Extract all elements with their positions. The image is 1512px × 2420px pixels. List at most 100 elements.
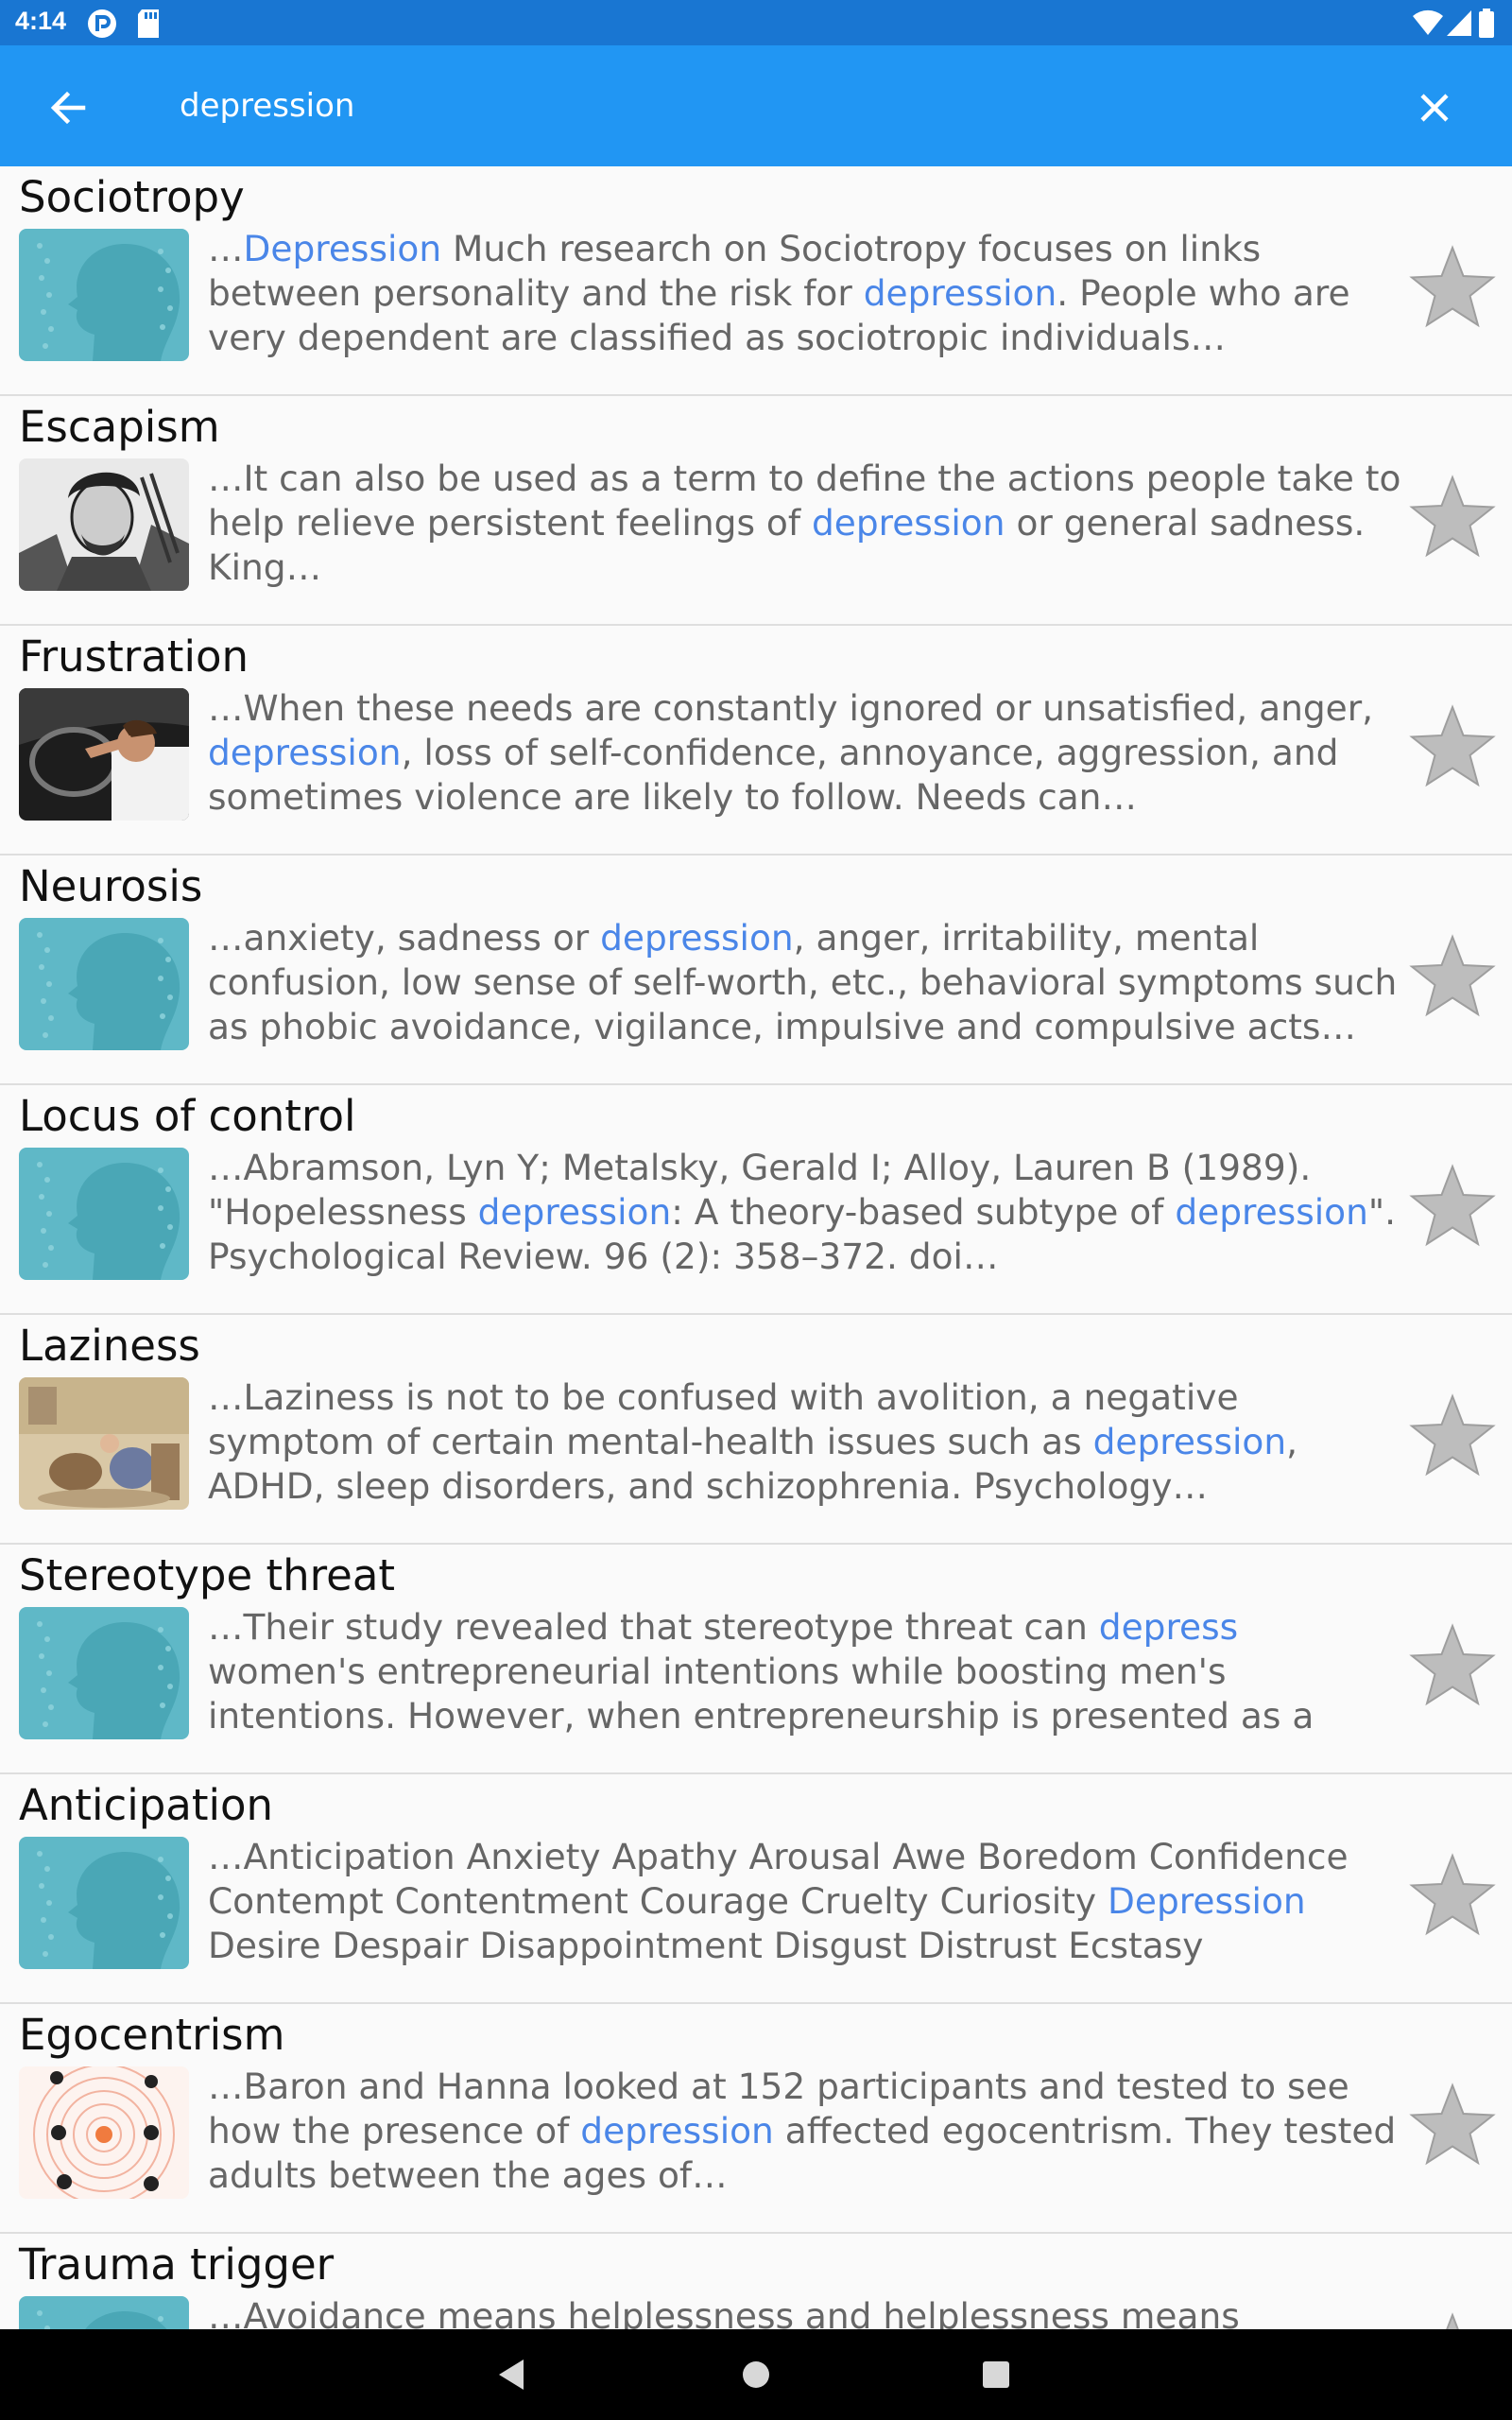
star-icon — [1409, 1393, 1496, 1477]
navigation-bar — [0, 2329, 1512, 2420]
result-snippet: …Avoidance means helplessness and helple… — [208, 2294, 1403, 2329]
highlighted-term: depression — [208, 732, 402, 773]
result-thumbnail — [19, 688, 189, 821]
result-title: Egocentrism — [19, 2010, 285, 2060]
highlighted-term: depression — [811, 502, 1005, 544]
result-thumbnail — [19, 918, 189, 1050]
search-result-item[interactable]: Escapism …It can also be used as a term t… — [0, 396, 1512, 626]
status-time: 4:14 — [15, 7, 67, 35]
search-result-item[interactable]: Frustration …When these needs are constan… — [0, 626, 1512, 856]
result-snippet: …Anticipation Anxiety Apathy Arousal Awe… — [208, 1835, 1403, 1971]
star-icon — [1409, 475, 1496, 558]
highlighted-term: Depression — [243, 228, 442, 269]
result-thumbnail — [19, 1148, 189, 1280]
star-icon — [1409, 1164, 1496, 1247]
highlighted-term: depression — [1092, 1421, 1287, 1462]
result-thumbnail — [19, 229, 189, 361]
snippet-text: …Avoidance means helplessness and helple… — [208, 2295, 1240, 2329]
star-icon — [1409, 704, 1496, 787]
back-button[interactable] — [40, 79, 96, 136]
result-title: Stereotype threat — [19, 1550, 396, 1600]
search-input[interactable] — [180, 76, 1314, 136]
back-triangle-icon — [499, 2360, 524, 2390]
highlighted-term: depression — [477, 1191, 672, 1233]
result-title: Escapism — [19, 402, 220, 452]
result-snippet: …Abramson, Lyn Y; Metalsky, Gerald I; Al… — [208, 1146, 1403, 1282]
result-snippet: …Baron and Hanna looked at 152 participa… — [208, 2065, 1403, 2201]
star-icon — [1409, 1623, 1496, 1706]
battery-icon — [1479, 9, 1494, 38]
result-thumbnail — [19, 1607, 189, 1739]
recents-square-icon — [983, 2361, 1009, 2388]
star-icon — [1409, 2083, 1496, 2166]
nav-back-button[interactable] — [490, 2352, 535, 2397]
result-thumbnail — [19, 458, 189, 591]
search-result-item[interactable]: Trauma trigger …Avoidance means helplessn… — [0, 2234, 1512, 2329]
search-results-list[interactable]: Sociotropy …Depression Much research on S… — [0, 166, 1512, 2329]
favorite-star-button[interactable] — [1408, 1163, 1497, 1248]
favorite-star-button[interactable] — [1408, 1392, 1497, 1478]
result-snippet: …Their study revealed that stereotype th… — [208, 1605, 1403, 1741]
snippet-text: …anxiety, sadness or — [208, 917, 601, 959]
snippet-text: …Laziness is not to be confused with avo… — [208, 1376, 1239, 1462]
result-snippet: …Laziness is not to be confused with avo… — [208, 1375, 1403, 1512]
result-thumbnail — [19, 1377, 189, 1510]
result-title: Trauma trigger — [19, 2239, 335, 2290]
star-icon — [1409, 245, 1496, 328]
result-title: Locus of control — [19, 1091, 356, 1141]
result-snippet: …anxiety, sadness or depression, anger, … — [208, 916, 1403, 1052]
result-snippet: …It can also be used as a term to define… — [208, 457, 1403, 593]
status-bar: 4:14 — [0, 0, 1512, 45]
favorite-star-button[interactable] — [1408, 474, 1497, 559]
favorite-star-button[interactable] — [1408, 933, 1497, 1018]
star-icon — [1446, 2312, 1459, 2329]
sd-card-icon — [138, 9, 159, 38]
snippet-text: women's entrepreneurial intentions while… — [208, 1651, 1314, 1741]
highlighted-term: depress — [1098, 1606, 1239, 1648]
search-result-item[interactable]: Laziness …Laziness is not to be confused … — [0, 1315, 1512, 1545]
result-title: Frustration — [19, 631, 249, 682]
star-icon — [1409, 1853, 1496, 1936]
result-thumbnail — [19, 2296, 189, 2329]
snippet-text: …When these needs are constantly ignored… — [208, 687, 1374, 729]
result-title: Anticipation — [19, 1780, 274, 1830]
result-title: Sociotropy — [19, 172, 245, 222]
search-result-item[interactable]: Egocentrism …Baron and Hanna looked at 15… — [0, 2004, 1512, 2234]
snippet-text: Desire Despair Disappointment Disgust Di… — [208, 1925, 1266, 1971]
snippet-text: … — [208, 228, 244, 269]
nav-recents-button[interactable] — [973, 2352, 1019, 2397]
favorite-star-button[interactable] — [1408, 1852, 1497, 1937]
highlighted-term: Depression — [1108, 1880, 1306, 1922]
result-title: Neurosis — [19, 861, 203, 911]
result-thumbnail — [19, 2066, 189, 2199]
highlighted-term: depression — [580, 2110, 774, 2152]
search-result-item[interactable]: Sociotropy …Depression Much research on S… — [0, 166, 1512, 396]
highlighted-term: depression — [600, 917, 794, 959]
search-result-item[interactable]: Neurosis …anxiety, sadness or depression,… — [0, 856, 1512, 1085]
highlighted-term: depression — [1175, 1191, 1368, 1233]
favorite-star-button[interactable] — [1408, 2311, 1497, 2329]
highlighted-term: depression — [863, 272, 1057, 314]
star-icon — [1409, 934, 1496, 1017]
result-snippet: …Depression Much research on Sociotropy … — [208, 227, 1403, 363]
search-result-item[interactable]: Stereotype threat …Their study revealed t… — [0, 1545, 1512, 1774]
snippet-text: …Their study revealed that stereotype th… — [208, 1606, 1099, 1648]
wifi-icon — [1413, 9, 1443, 36]
favorite-star-button[interactable] — [1408, 244, 1497, 329]
close-icon — [1420, 94, 1449, 122]
result-title: Laziness — [19, 1321, 200, 1371]
cell-signal-icon — [1447, 10, 1471, 36]
nav-home-button[interactable] — [733, 2352, 779, 2397]
favorite-star-button[interactable] — [1408, 1622, 1497, 1707]
result-thumbnail — [19, 1837, 189, 1969]
result-snippet: …When these needs are constantly ignored… — [208, 686, 1403, 822]
search-result-item[interactable]: Locus of control …Abramson, Lyn Y; Metals… — [0, 1085, 1512, 1315]
favorite-star-button[interactable] — [1408, 703, 1497, 788]
clear-search-button[interactable] — [1406, 79, 1463, 136]
favorite-star-button[interactable] — [1408, 2082, 1497, 2167]
search-result-item[interactable]: Anticipation …Anticipation Anxiety Apathy… — [0, 1774, 1512, 2004]
home-circle-icon — [743, 2361, 769, 2388]
arrow-back-icon — [50, 91, 86, 125]
pocket-casts-icon — [88, 9, 116, 38]
snippet-text: : A theory-based subtype of — [671, 1191, 1176, 1233]
